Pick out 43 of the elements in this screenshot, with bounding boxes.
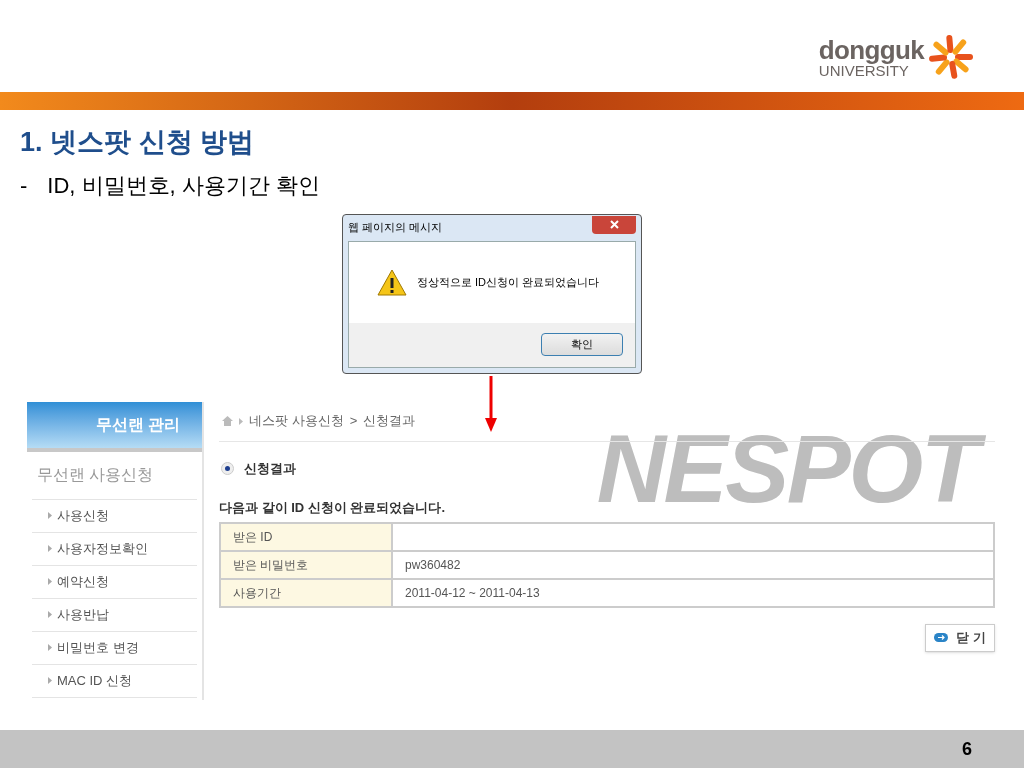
section-bullet-icon xyxy=(221,461,234,475)
bullet-arrow-icon xyxy=(48,578,52,585)
sidebar-section-title: 무선랜 사용신청 xyxy=(37,465,154,485)
breadcrumb-item: 신청결과 xyxy=(363,412,416,431)
close-page-button[interactable]: 닫 기 xyxy=(925,623,995,652)
table-value-cell: 2011-04-12 ~ 2011-04-13 xyxy=(392,578,994,607)
table-value-cell: pw360482 xyxy=(392,550,994,579)
close-icon xyxy=(609,220,619,229)
bullet-arrow-icon xyxy=(48,545,52,552)
page-number: 6 xyxy=(962,737,972,761)
result-message: 다음과 같이 ID 신청이 완료되었습니다. xyxy=(219,499,447,517)
background-logo: NESPOT xyxy=(596,413,995,524)
home-icon xyxy=(222,416,233,426)
logo-wordmark: dongguk xyxy=(818,36,924,63)
ok-button[interactable]: 확인 xyxy=(541,333,623,356)
star-logo-icon xyxy=(928,34,974,80)
breadcrumb-item: 네스팟 사용신청 xyxy=(249,412,344,431)
bullet-text: ID, 비밀번호, 사용기간 확인 xyxy=(47,171,320,200)
bullet-arrow-icon xyxy=(48,512,52,519)
bullet-arrow-icon xyxy=(48,611,52,618)
bullet-arrow-icon xyxy=(48,677,52,684)
table-label-cell: 받은 비밀번호 xyxy=(220,550,392,579)
sidebar-link[interactable]: 사용신청 xyxy=(57,505,109,526)
sidebar-link[interactable]: MAC ID 신청 xyxy=(57,670,133,691)
bullet-arrow-icon xyxy=(239,417,243,425)
section-title: 신청결과 xyxy=(244,459,296,478)
arrow-icon xyxy=(934,633,949,642)
warning-icon xyxy=(377,268,407,296)
breadcrumb-separator: > xyxy=(349,412,358,431)
sidebar-link[interactable]: 사용반납 xyxy=(57,604,109,625)
bullet-marker: - xyxy=(20,171,28,200)
slide-title: 1. 넷스팟 신청 방법 xyxy=(20,126,256,159)
table-label-cell: 사용기간 xyxy=(220,578,392,607)
sidebar-link[interactable]: 비밀번호 변경 xyxy=(57,637,139,658)
sidebar-link[interactable]: 예약신청 xyxy=(57,571,109,592)
bullet-arrow-icon xyxy=(48,644,52,651)
table-label-cell: 받은 ID xyxy=(220,522,392,551)
dialog-message: 정상적으로 ID신청이 완료되었습니다 xyxy=(417,274,600,290)
sidebar-link[interactable]: 사용자정보확인 xyxy=(57,538,148,559)
down-arrow-drawing xyxy=(484,376,498,432)
close-button[interactable] xyxy=(592,215,636,234)
dialog-title: 웹 페이지의 메시지 xyxy=(348,220,443,236)
sidebar-header-title: 무선랜 관리 xyxy=(95,414,180,435)
